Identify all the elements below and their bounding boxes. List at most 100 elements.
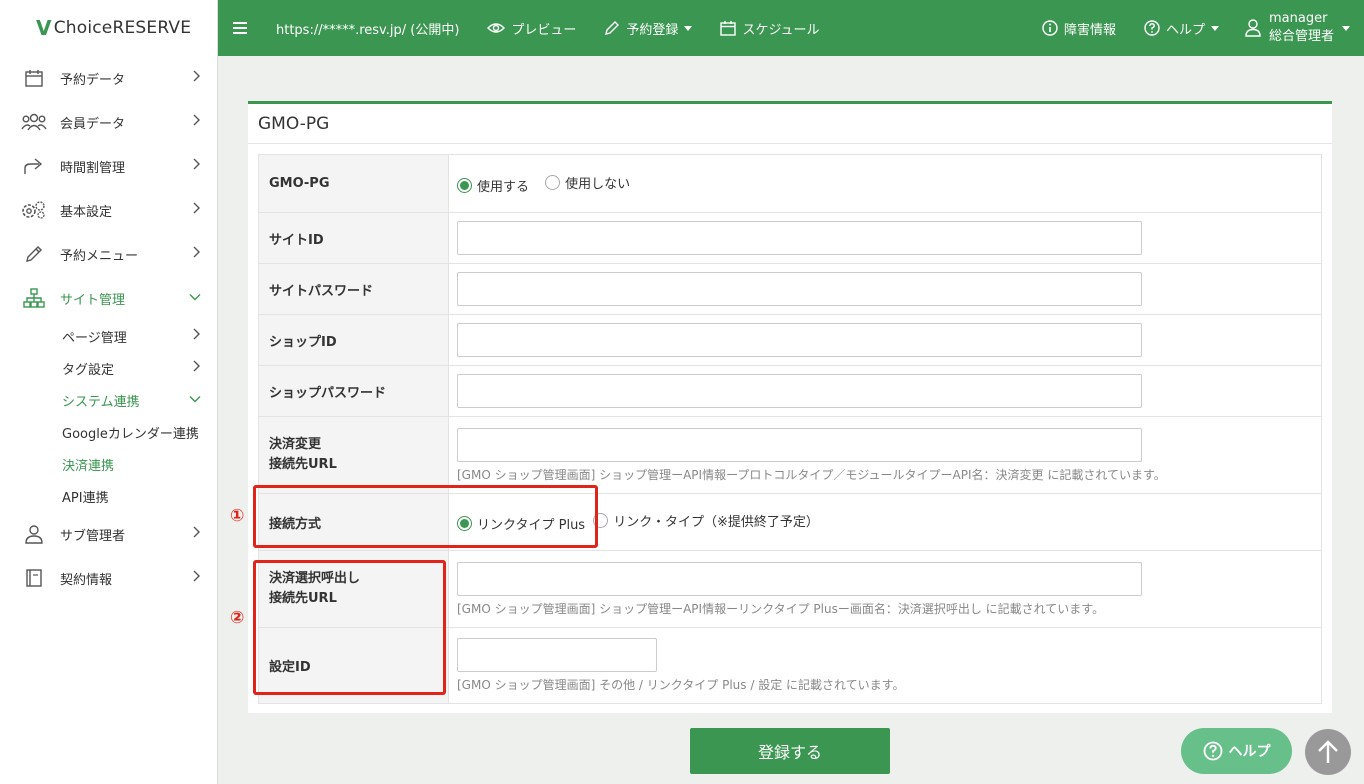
sidebar-subitem-label: Googleカレンダー連携 bbox=[62, 426, 199, 442]
reserve-dropdown[interactable]: 予約登録 bbox=[604, 19, 693, 38]
radio-not-use[interactable]: 使用しない bbox=[545, 173, 630, 192]
topbar: https://*****.resv.jp/ (公開中) プレビュー 予約登録 … bbox=[218, 0, 1364, 56]
schedule-link[interactable]: スケジュール bbox=[720, 19, 820, 38]
row-site-password: サイトパスワード bbox=[258, 263, 1322, 315]
label-change-url: 決済変更 接続先URL bbox=[258, 416, 449, 494]
chevron-down-icon bbox=[189, 393, 201, 408]
hamburger-menu-icon[interactable] bbox=[218, 22, 262, 34]
site-id-input[interactable] bbox=[457, 221, 1142, 255]
sidebar-item-reservation-menu[interactable]: 予約メニュー bbox=[0, 232, 217, 276]
sidebar-item-label: 時間割管理 bbox=[60, 160, 126, 176]
radio-link-type-label: リンク・タイプ（※提供終了予定） bbox=[613, 515, 819, 530]
radio-selected-icon bbox=[457, 177, 472, 193]
chevron-right-icon bbox=[193, 360, 201, 376]
question-icon bbox=[1144, 20, 1160, 36]
info-icon bbox=[1042, 20, 1058, 36]
sidebar-subitem-google-calendar[interactable]: Googleカレンダー連携 bbox=[0, 416, 217, 448]
sidebar-subitem-api[interactable]: API連携 bbox=[0, 480, 217, 512]
user-menu[interactable]: manager 総合管理者 bbox=[1245, 10, 1350, 46]
select-url-input[interactable] bbox=[457, 561, 1142, 596]
pencil-icon bbox=[605, 21, 620, 35]
label-shop-id: ショップID bbox=[258, 314, 449, 366]
sidebar-item-timetable[interactable]: 時間割管理 bbox=[0, 144, 217, 188]
cell-config-id: [GMO ショップ管理画面] その他 / リンクタイプ Plus / 設定 に記… bbox=[448, 627, 1322, 704]
shop-id-input[interactable] bbox=[457, 323, 1142, 357]
sidebar-item-label: サブ管理者 bbox=[60, 528, 126, 544]
caret-down-icon bbox=[1342, 25, 1350, 31]
chevron-right-icon bbox=[193, 526, 201, 542]
label-shop-password: ショップパスワード bbox=[258, 365, 449, 417]
select-url-note: [GMO ショップ管理画面] ショップ管理ーAPI情報ーリンクタイプ Plusー… bbox=[457, 601, 1105, 616]
radio-use[interactable]: 使用する bbox=[457, 176, 529, 195]
change-url-note: [GMO ショップ管理画面] ショップ管理ーAPI情報ープロトコルタイプ／モジュ… bbox=[457, 467, 1166, 482]
calendar-icon bbox=[720, 21, 737, 36]
chevron-right-icon bbox=[193, 114, 201, 130]
topbar-right: 障害情報 ヘルプ manager 総合管理者 bbox=[1014, 10, 1364, 46]
user-icon bbox=[20, 522, 48, 546]
cell-select-url: [GMO ショップ管理画面] ショップ管理ーAPI情報ーリンクタイプ Plusー… bbox=[448, 550, 1322, 628]
sidebar-item-basic-settings[interactable]: 基本設定 bbox=[0, 188, 217, 232]
preview-link[interactable]: プレビュー bbox=[487, 19, 576, 38]
help-label: ヘルプ bbox=[1165, 22, 1205, 38]
sidebar-item-site-management[interactable]: サイト管理 bbox=[0, 276, 217, 320]
caret-down-icon bbox=[684, 25, 693, 31]
config-id-input[interactable] bbox=[457, 638, 657, 672]
cell-site-id bbox=[448, 212, 1322, 264]
arrow-up-icon bbox=[1318, 740, 1338, 763]
calendar-icon bbox=[20, 66, 48, 90]
submit-button[interactable]: 登録する bbox=[690, 728, 890, 774]
sidebar-subitem-system-integration[interactable]: システム連携 bbox=[0, 384, 217, 416]
radio-unselected-icon bbox=[545, 174, 561, 190]
sidebar-item-label: サイト管理 bbox=[60, 292, 126, 308]
chevron-down-icon bbox=[189, 291, 201, 306]
radio-link-type[interactable]: リンク・タイプ（※提供終了予定） bbox=[593, 511, 819, 530]
sidebar-item-reservation-data[interactable]: 予約データ bbox=[0, 56, 217, 100]
logo[interactable]: V ChoiceRESERVE bbox=[0, 0, 217, 56]
sidebar-subitem-label: API連携 bbox=[62, 490, 109, 506]
sidebar-item-label: 会員データ bbox=[60, 116, 126, 132]
floating-help-label: ヘルプ bbox=[1228, 744, 1271, 760]
chevron-right-icon bbox=[193, 246, 201, 262]
chevron-right-icon bbox=[193, 70, 201, 86]
label-gmo-pg: GMO-PG bbox=[258, 154, 449, 213]
user-role: 総合管理者 bbox=[1268, 29, 1334, 44]
eye-icon bbox=[487, 23, 506, 33]
incident-link[interactable]: 障害情報 bbox=[1042, 19, 1116, 38]
cell-change-url: [GMO ショップ管理画面] ショップ管理ーAPI情報ープロトコルタイプ／モジュ… bbox=[448, 416, 1322, 494]
floating-help-button[interactable]: ヘルプ bbox=[1181, 728, 1292, 774]
book-icon bbox=[20, 566, 48, 590]
cell-shop-password bbox=[448, 365, 1322, 417]
sidebar-item-member-data[interactable]: 会員データ bbox=[0, 100, 217, 144]
highlight-box-2 bbox=[253, 560, 446, 695]
sidebar: V ChoiceRESERVE 予約データ 会員データ 時間割管理 基本設定 予… bbox=[0, 0, 218, 784]
config-id-note: [GMO ショップ管理画面] その他 / リンクタイプ Plus / 設定 に記… bbox=[457, 678, 905, 692]
sidebar-subitem-label: ページ管理 bbox=[62, 330, 127, 346]
site-url-link[interactable]: https://*****.resv.jp/ (公開中) bbox=[276, 19, 459, 38]
sidebar-item-label: 予約データ bbox=[60, 72, 126, 88]
marker-2: ② bbox=[230, 608, 245, 628]
reserve-label: 予約登録 bbox=[626, 22, 679, 38]
question-icon bbox=[1203, 741, 1222, 761]
scroll-top-button[interactable] bbox=[1305, 729, 1351, 775]
incident-label: 障害情報 bbox=[1063, 22, 1116, 38]
radio-use-label: 使用する bbox=[477, 179, 530, 195]
row-shop-id: ショップID bbox=[258, 314, 1322, 366]
logo-text: ChoiceRESERVE bbox=[53, 18, 192, 38]
user-names: manager 総合管理者 bbox=[1269, 10, 1334, 46]
caret-down-icon bbox=[1210, 25, 1219, 31]
help-dropdown[interactable]: ヘルプ bbox=[1144, 19, 1219, 38]
row-gmo-pg: GMO-PG 使用する 使用しない bbox=[258, 154, 1322, 213]
sidebar-item-contract[interactable]: 契約情報 bbox=[0, 556, 217, 600]
sidebar-subitem-payment[interactable]: 決済連携 bbox=[0, 448, 217, 480]
sidebar-subitem-page-management[interactable]: ページ管理 bbox=[0, 320, 217, 352]
change-url-input[interactable] bbox=[457, 427, 1142, 462]
shop-password-input[interactable] bbox=[457, 374, 1142, 408]
sidebar-item-sub-admin[interactable]: サブ管理者 bbox=[0, 512, 217, 556]
preview-label: プレビュー bbox=[511, 22, 577, 38]
sidebar-subitem-tag-settings[interactable]: タグ設定 bbox=[0, 352, 217, 384]
schedule-label: スケジュール bbox=[742, 22, 820, 38]
pencil-icon bbox=[20, 242, 48, 266]
users-icon bbox=[20, 110, 48, 134]
radio-not-use-label: 使用しない bbox=[565, 176, 631, 192]
site-password-input[interactable] bbox=[457, 272, 1142, 306]
